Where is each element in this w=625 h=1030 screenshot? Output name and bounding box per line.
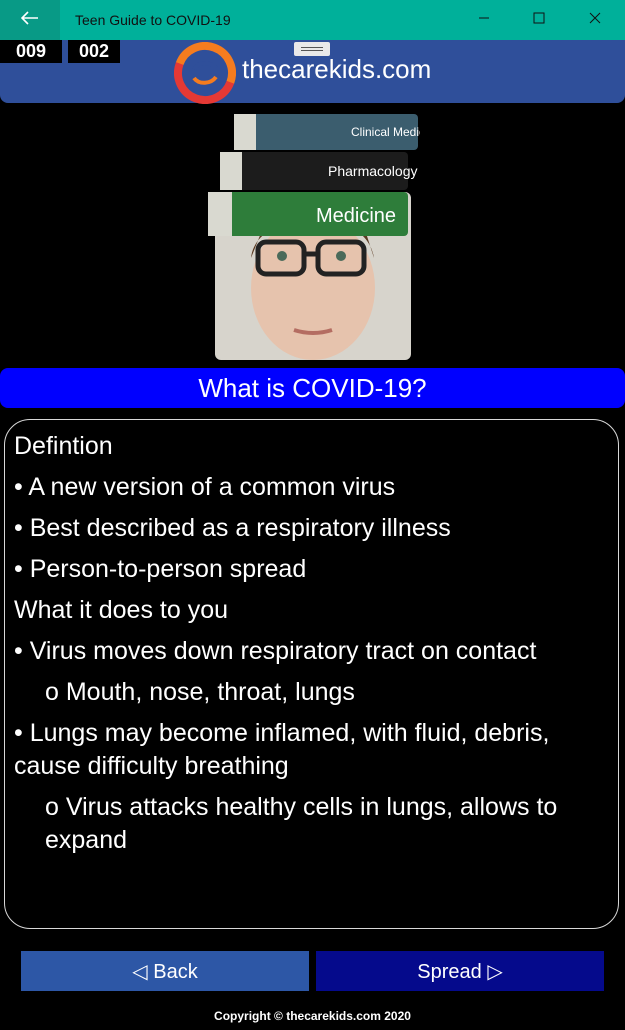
- content-line: o Virus attacks healthy cells in lungs, …: [45, 793, 558, 854]
- content-panel[interactable]: Defintion • A new version of a common vir…: [4, 419, 619, 929]
- content-line: Defintion: [14, 432, 113, 460]
- content-line: • Lungs may become inflamed, with fluid,…: [14, 719, 550, 780]
- back-button[interactable]: ◁ Back: [21, 951, 309, 991]
- close-icon: [589, 11, 601, 29]
- window-title: Teen Guide to COVID-19: [75, 12, 231, 28]
- next-spread-button[interactable]: Spread ▷: [316, 951, 604, 991]
- copyright-text: Copyright © thecarekids.com 2020: [214, 1009, 411, 1023]
- book-medicine: Medicine: [208, 192, 408, 236]
- minimize-icon: [478, 11, 490, 29]
- svg-text:Pharmacology: Pharmacology: [328, 163, 418, 179]
- content-list: Defintion • A new version of a common vir…: [14, 430, 618, 865]
- back-nav-button[interactable]: [0, 0, 60, 40]
- content-line: • Virus moves down respiratory tract on …: [14, 637, 537, 665]
- content-line: • Person-to-person spread: [14, 555, 307, 583]
- content-line: o Mouth, nose, throat, lungs: [45, 678, 355, 706]
- content-line: • Best described as a respiratory illnes…: [14, 514, 451, 542]
- section-title: What is COVID-19?: [0, 368, 625, 408]
- page-counter-right: 002: [68, 40, 120, 63]
- book-pharmacology: Pharmacology: [220, 152, 418, 190]
- maximize-button[interactable]: [511, 0, 567, 40]
- book-clinical-medicine: Clinical Medicine: [234, 114, 441, 150]
- page-counter-left: 009: [0, 40, 62, 63]
- maximize-icon: [533, 11, 545, 29]
- site-name[interactable]: thecarekids.com: [242, 54, 431, 85]
- hero-image: Clinical Medicine Pharmacology Medicine: [206, 108, 441, 360]
- thecarekids-logo-icon[interactable]: [174, 42, 236, 104]
- content-line: What it does to you: [14, 596, 229, 624]
- close-button[interactable]: [567, 0, 623, 40]
- svg-text:Medicine: Medicine: [316, 205, 396, 227]
- minimize-button[interactable]: [456, 0, 512, 40]
- svg-text:Clinical Medicine: Clinical Medicine: [351, 125, 420, 139]
- content-line: • A new version of a common virus: [14, 473, 396, 501]
- arrow-left-icon: [20, 10, 39, 30]
- title-bar: Teen Guide to COVID-19: [0, 0, 625, 40]
